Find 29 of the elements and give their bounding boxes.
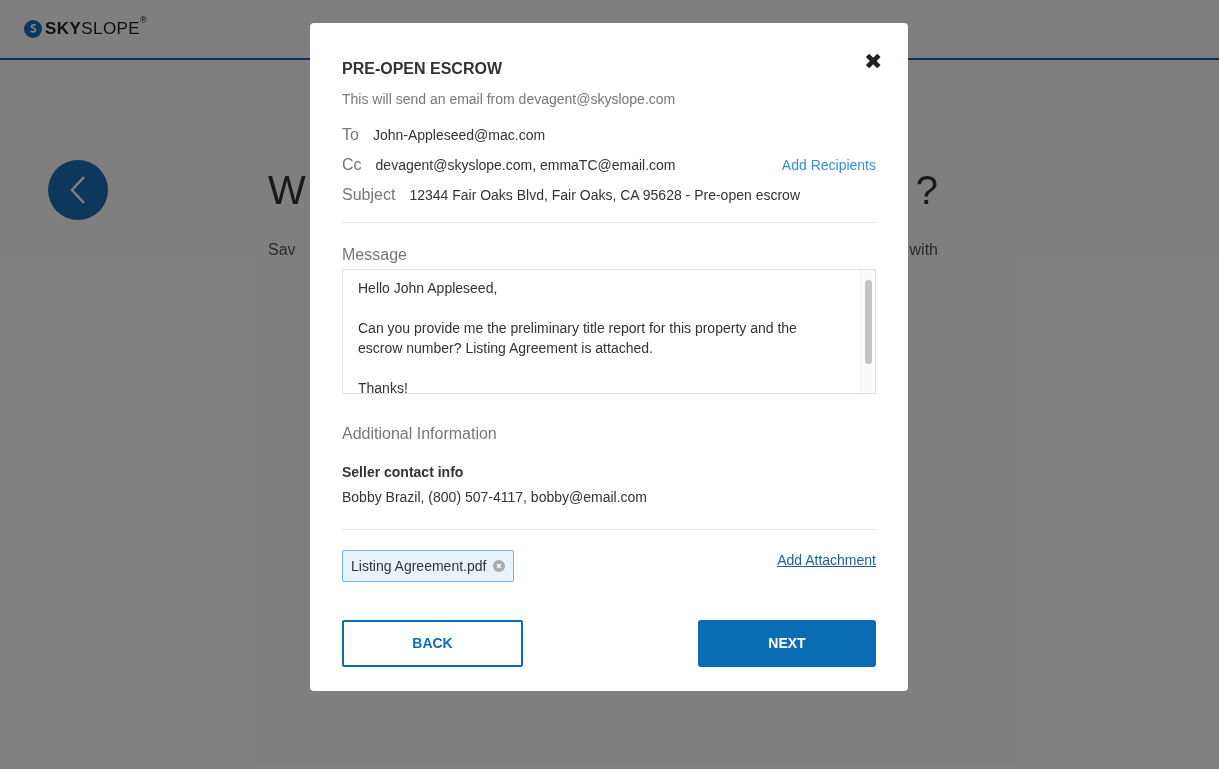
field-value: John-Appleseed@mac.com — [372, 125, 546, 145]
message-label: Message — [342, 245, 408, 265]
page-text: Sav — [268, 240, 296, 260]
attachment-chip[interactable]: Listing Agreement.pdf — [342, 550, 515, 582]
logo-icon — [24, 20, 42, 38]
page-heading: ? — [915, 167, 938, 214]
back-button[interactable]: BACK — [342, 620, 523, 667]
next-button[interactable]: NEXT — [698, 620, 876, 667]
chevron-left-icon — [68, 175, 88, 205]
field-label: To — [342, 125, 359, 145]
add-attachment-link[interactable]: Add Attachment — [777, 550, 876, 571]
close-button[interactable]: ✖ — [864, 51, 882, 73]
back-arrow-button[interactable] — [48, 160, 108, 220]
dialog-title: PRE-OPEN ESCROW — [342, 59, 502, 79]
field-label: Subject — [342, 185, 396, 205]
attachment-name: Listing Agreement.pdf — [351, 556, 487, 576]
remove-icon[interactable] — [493, 560, 506, 572]
field-value: devagent@skyslope.com, emmaTC@email.com — [375, 155, 676, 175]
logo[interactable]: SKYSLOPE — [45, 16, 141, 42]
page-text: with — [909, 240, 938, 260]
dialog-subtitle: This will send an email from devagent@skyslope.com — [342, 90, 677, 109]
field-value: 12344 Fair Oaks Blvd, Fair Oaks, CA 95628 - Pre-open escrow — [409, 185, 800, 205]
seller-info: Bobby Brazil, (800) 507-4117, bobby@email.com — [342, 488, 648, 507]
additional-info-label: Additional Information — [342, 424, 498, 444]
seller-title: Seller contact info — [342, 463, 465, 482]
field-label: Cc — [342, 155, 362, 175]
page-heading: W — [268, 167, 306, 214]
add-recipients-link[interactable]: Add Recipients — [781, 154, 876, 176]
registered-mark: ® — [140, 16, 147, 25]
